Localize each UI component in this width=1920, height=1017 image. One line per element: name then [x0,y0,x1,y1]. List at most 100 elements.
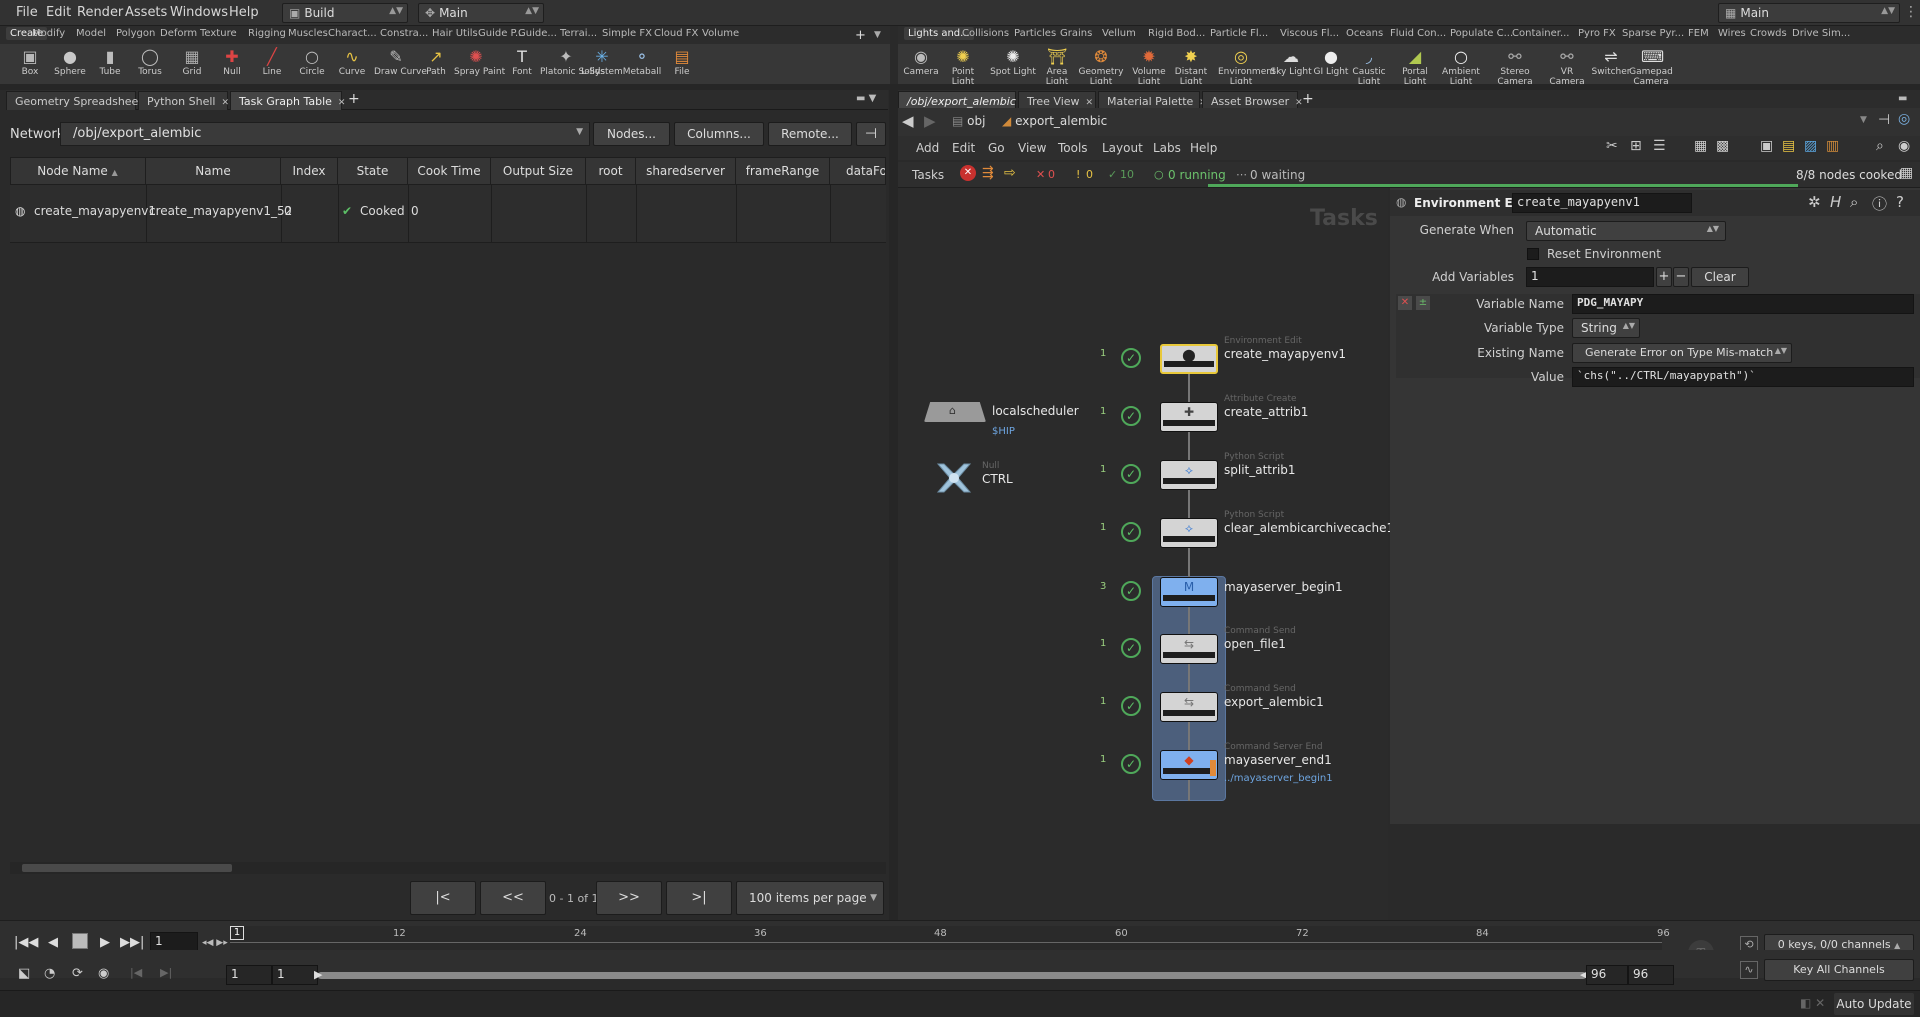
menu-go[interactable]: Go [988,141,1005,155]
shelf-tab[interactable]: FEM [1688,28,1709,39]
range-end-field[interactable]: 96 [1628,965,1674,985]
search-icon[interactable]: ⌕ [1876,138,1884,154]
tool-gamepad-camera[interactable]: ⌨ Gamepad Camera [1628,44,1674,87]
close-icon[interactable]: ✕ [221,98,229,108]
shelf-tab[interactable]: Drive Sim... [1792,28,1850,39]
sticky-note-icon[interactable]: ▤ [1782,138,1795,154]
close-icon[interactable]: ✕ [1086,98,1094,108]
menu-edit[interactable]: Edit [46,5,71,20]
shelf-tab[interactable]: Modify [32,28,65,39]
search-icon[interactable]: ⌕ [1850,193,1858,211]
tool-area-light[interactable]: ⛩ Area Light [1034,44,1080,87]
tool-ambient-light[interactable]: ○ Ambient Light [1438,44,1484,87]
prev-page-button[interactable]: << [480,881,546,915]
desktop-build-dropdown[interactable]: ▣ Build ▲▼ [282,3,408,23]
tool-torus[interactable]: ◯ Torus [128,44,172,84]
path-node[interactable]: ◢ export_alembic [1002,114,1107,128]
tool-circle[interactable]: ○ Circle [290,44,334,84]
add-variable-icon[interactable]: + [1656,267,1672,287]
dirty-icon[interactable]: ⇨ [1004,165,1016,181]
desktop-main-right-dropdown[interactable]: ▦ Main ▲▼ [1718,3,1900,23]
shelf-menu-icon[interactable]: ▼ [874,30,881,40]
shelf-tab[interactable]: Vellum [1102,28,1136,39]
current-frame-field[interactable]: 1 [150,932,198,952]
add-shelf-icon[interactable]: + [855,28,866,43]
tool-geometry-light[interactable]: ❂ Geometry Light [1078,44,1124,87]
task-node-clear_alembicarchivecache1[interactable]: ⟡ [1160,518,1218,548]
loop-icon[interactable]: ⟳ [72,966,83,981]
cook-icon[interactable]: ⇶ [982,165,994,181]
shelf-tab[interactable]: Pyro FX [1578,28,1616,39]
shelf-tab[interactable]: Deform [160,28,197,39]
stop-icon[interactable] [72,933,88,949]
range-slider[interactable] [318,972,1586,979]
key-all-channels-button[interactable]: Key All Channels [1764,959,1914,981]
col-state[interactable]: State [338,158,408,184]
realtime-icon[interactable]: ⬕ [18,966,30,981]
link-icon[interactable]: ◎ [1898,111,1910,127]
remove-instance-icon[interactable]: ✕ [1398,296,1412,310]
path-obj[interactable]: ▤ obj [952,114,985,128]
help-icon[interactable]: ? [1896,193,1904,211]
shelf-tab[interactable]: Texture [200,28,237,39]
info-icon[interactable]: ⓘ [1872,193,1887,214]
tool-sphere[interactable]: ● Sphere [48,44,92,84]
tool-portal-light[interactable]: ◢ Portal Light [1392,44,1438,87]
tool-curve[interactable]: ∿ Curve [330,44,374,84]
menu-file[interactable]: File [16,5,38,20]
shelf-tab[interactable]: Constra... [380,28,428,39]
tool-camera[interactable]: ◉ Camera [898,44,944,84]
range-start-icon[interactable]: |◀ [130,966,142,979]
tool-path[interactable]: ↗ Path [414,44,458,84]
variable-name-field[interactable]: PDG_MAYAPY [1572,294,1914,314]
shelf-tab[interactable]: Charact... [328,28,377,39]
tool-line[interactable]: ╱ Line [250,44,294,84]
shelf-tab[interactable]: Model [76,28,106,39]
remove-variable-icon[interactable]: − [1673,267,1689,287]
tool-stereo-camera[interactable]: ⚯ Stereo Camera [1492,44,1538,87]
col-framerange[interactable]: frameRange [736,158,830,184]
grid-alt-icon[interactable]: ▩ [1716,138,1729,154]
tool-font[interactable]: T Font [500,44,544,84]
shelf-tab[interactable]: Grains [1060,28,1092,39]
shelf-tab[interactable]: Volume [702,28,739,39]
play-reverse-icon[interactable]: ◀ [48,935,58,950]
menu-help-net[interactable]: Help [1190,141,1217,155]
shelf-tab[interactable]: Cloud FX [654,28,698,39]
range-end-icon[interactable]: ▶| [160,966,172,979]
shelf-tab[interactable]: Hair Utils [432,28,478,39]
variable-type-dropdown[interactable]: String ▲▼ [1572,318,1640,338]
playback-end-field[interactable]: 96 [1586,965,1628,985]
col-index[interactable]: Index [281,158,338,184]
shelf-tab[interactable]: Oceans [1346,28,1383,39]
menu-more-icon[interactable]: ⋮ [1904,4,1918,20]
ctrl-null-node[interactable] [934,458,974,498]
forward-icon[interactable]: ▶ [924,112,936,130]
shelf-tab[interactable]: Crowds [1750,28,1787,39]
menu-windows[interactable]: Windows [170,5,228,20]
shelf-tab[interactable]: Viscous Fl... [1280,28,1339,39]
col-sharedserver[interactable]: sharedserver [636,158,736,184]
col-cook-time[interactable]: Cook Time [408,158,491,184]
shelf-tab[interactable]: Sparse Pyr... [1622,28,1684,39]
tool-volume-light[interactable]: ✹ Volume Light [1126,44,1172,87]
menu-add[interactable]: Add [916,141,939,155]
list-icon[interactable]: ☰ [1653,138,1666,154]
tool-vr-camera[interactable]: ⚯ VR Camera [1544,44,1590,87]
shelf-tab[interactable]: Populate C... [1450,28,1513,39]
tool-file[interactable]: ▤ File [660,44,704,84]
pane-splitter[interactable] [889,90,898,920]
tool-caustic-light[interactable]: ◞ Caustic Light [1346,44,1392,87]
menu-render[interactable]: Render [77,5,123,20]
tool-box[interactable]: ▣ Box [8,44,52,84]
tool-l-system[interactable]: ✳ L-System [580,44,624,84]
tool-point-light[interactable]: ✺ Point Light [940,44,986,87]
background-image-icon[interactable]: ▨ [1804,138,1817,154]
tool-tube[interactable]: ▮ Tube [88,44,132,84]
network-canvas[interactable] [898,188,1388,920]
range-start-field[interactable]: 1 [226,965,272,985]
horizontal-scrollbar[interactable] [10,862,886,874]
playhead[interactable]: 1 [230,926,244,940]
first-page-button[interactable]: |< [410,881,476,915]
shelf-tab[interactable]: Particle Fl... [1210,28,1268,39]
